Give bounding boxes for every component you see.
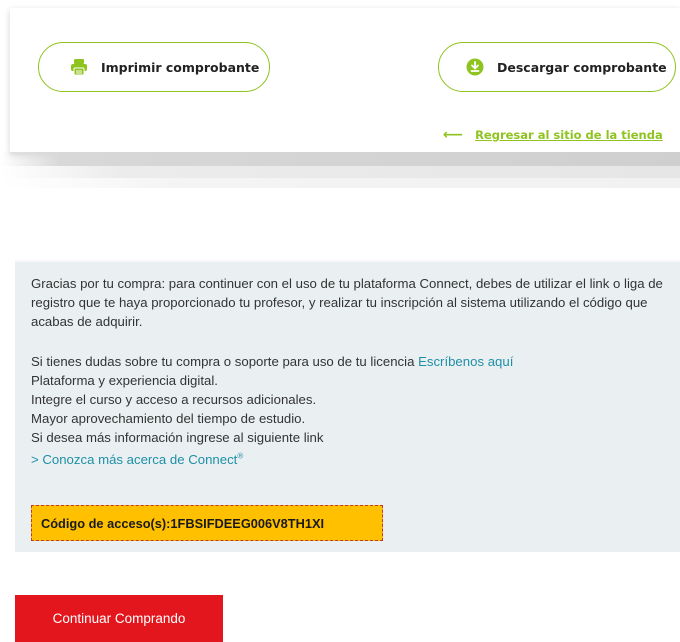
back-to-store-link[interactable]: Regresar al sitio de la tienda (475, 128, 663, 142)
card-shadow-mid (0, 166, 680, 178)
support-text: Si tienes dudas sobre tu compra o soport… (31, 354, 419, 369)
more-info-line: Si desea más información ingrese al sigu… (31, 430, 324, 445)
benefit-line: Mayor aprovechamiento del tiempo de estu… (31, 411, 306, 426)
receipt-actions-card: Imprimir comprobante Descargar comproban… (10, 8, 680, 153)
contact-us-link[interactable]: Escríbenos aquí (418, 354, 513, 369)
download-receipt-button[interactable]: Descargar comprobante (438, 42, 676, 92)
printer-icon (69, 57, 89, 77)
access-code-value: 1FBSIFDEEG006V8TH1XI (170, 515, 325, 531)
arrow-left-icon: ⟵ (443, 127, 464, 143)
continue-shopping-button[interactable]: Continuar Comprando (15, 595, 223, 642)
registered-mark: ® (237, 452, 244, 461)
back-to-store: ⟵ Regresar al sitio de la tienda (443, 128, 663, 142)
download-receipt-label: Descargar comprobante (497, 59, 667, 75)
learn-more-connect-link[interactable]: > Conozca más acerca de Connect® (31, 452, 243, 467)
card-shadow-soft (0, 178, 680, 188)
thank-you-message: Gracias por tu compra: para continuer co… (31, 276, 663, 329)
continue-shopping-label: Continuar Comprando (52, 611, 186, 626)
benefit-line: Plataforma y experiencia digital. (31, 373, 218, 388)
support-info: Si tienes dudas sobre tu compra o soport… (31, 352, 676, 467)
access-code-box: Código de acceso(s): 1FBSIFDEEG006V8TH1X… (31, 505, 383, 541)
access-code-label: Código de acceso(s): (41, 515, 171, 531)
print-receipt-label: Imprimir comprobante (101, 59, 260, 75)
benefit-line: Integre el curso y acceso a recursos adi… (31, 392, 317, 407)
download-icon (465, 57, 485, 77)
card-shadow (0, 152, 680, 166)
learn-more-connect-label: > Conozca más acerca de Connect (31, 452, 238, 468)
print-receipt-button[interactable]: Imprimir comprobante (38, 42, 270, 92)
connect-link-line: > Conozca más acerca de Connect® (31, 447, 676, 467)
purchase-info-panel: Gracias por tu compra: para continuer co… (15, 260, 680, 552)
support-line: Si tienes dudas sobre tu compra o soport… (31, 352, 676, 371)
